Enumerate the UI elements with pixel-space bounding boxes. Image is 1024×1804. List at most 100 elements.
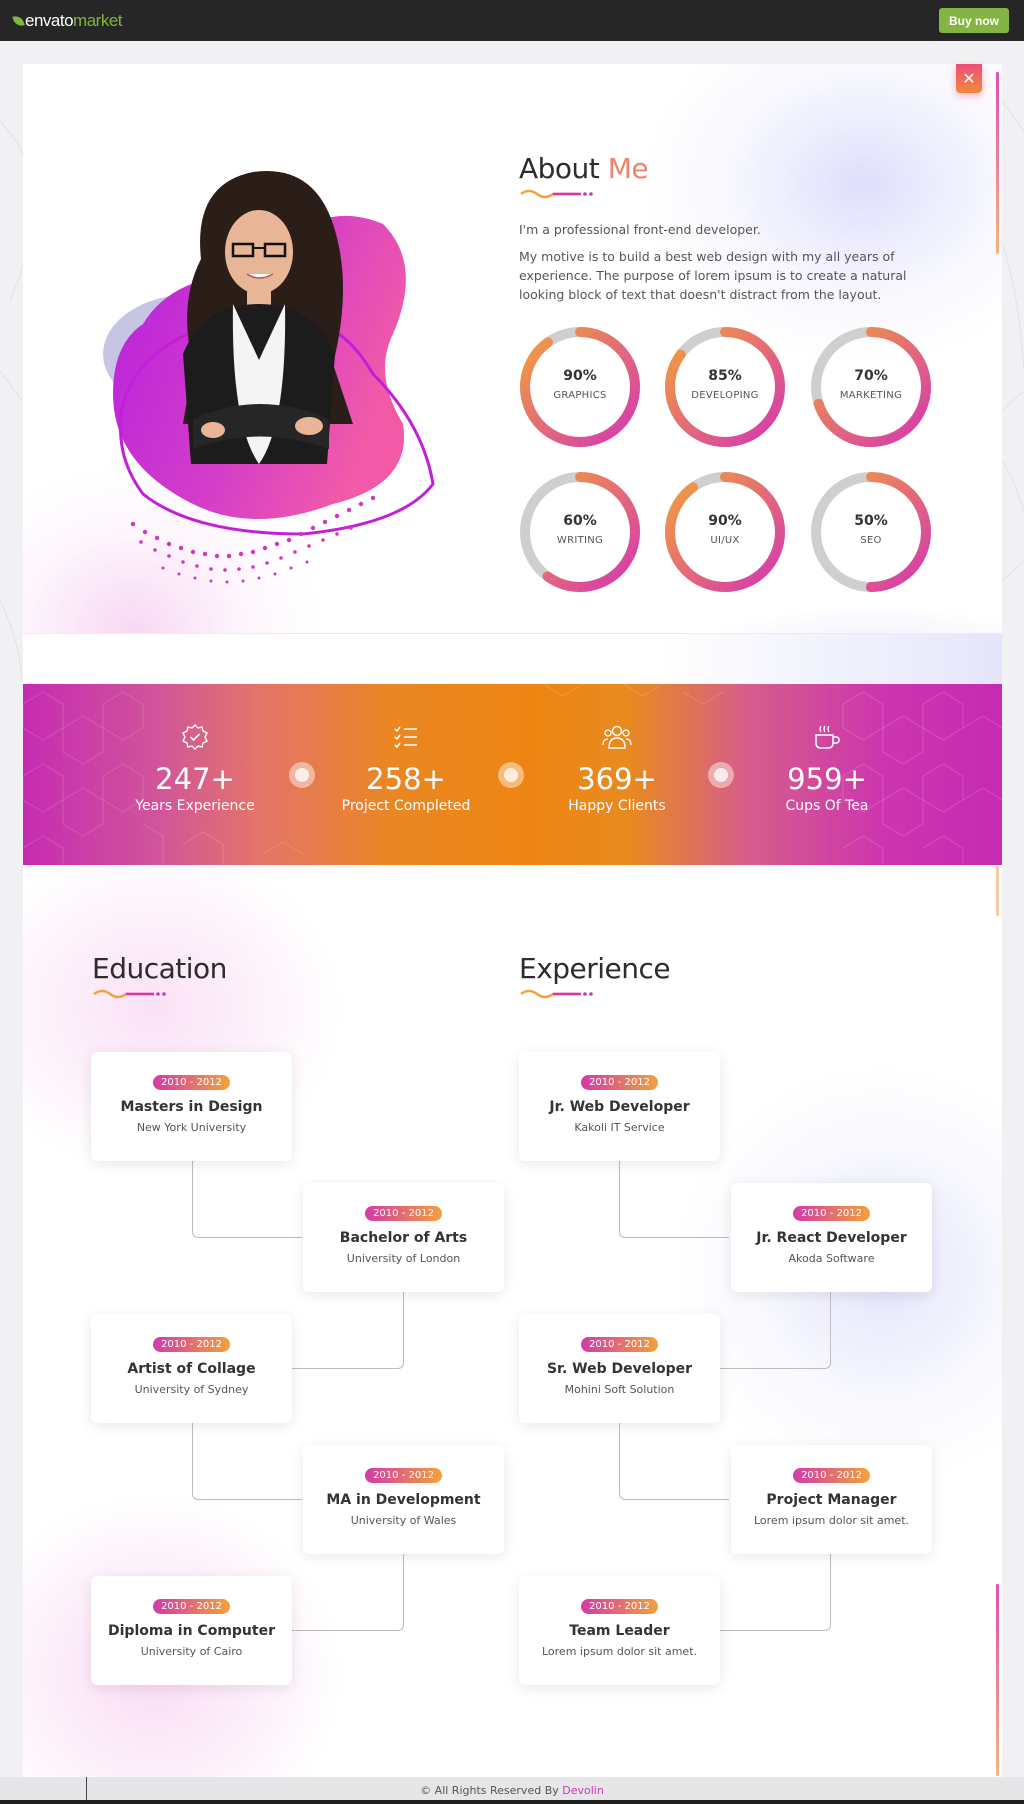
envato-logo[interactable]: envato market: [12, 10, 123, 32]
copyright-label: © All Rights Reserved By: [420, 1784, 559, 1797]
education-card[interactable]: 2010 - 2012 Masters in Design New York U…: [91, 1052, 292, 1161]
stat-item: 247+ Years Experience: [105, 724, 285, 814]
education-card[interactable]: 2010 - 2012 Artist of Collage University…: [91, 1314, 292, 1423]
timeline-connector: [619, 1161, 729, 1238]
year-badge: 2010 - 2012: [153, 1599, 230, 1614]
footer-bottom-bar: [0, 1800, 1024, 1804]
about-body: My motive is to build a best web design …: [519, 247, 939, 304]
close-button[interactable]: ✕: [956, 64, 982, 93]
card-title: Jr. Web Developer: [549, 1099, 690, 1115]
panel-divider: [23, 633, 1002, 634]
experience-card[interactable]: 2010 - 2012 Project Manager Lorem ipsum …: [731, 1445, 932, 1554]
card-subtitle: University of London: [346, 1252, 461, 1265]
heading-underline-icon: [520, 189, 593, 199]
scroll-indicator[interactable]: [996, 866, 999, 916]
about-heading-accent: Me: [607, 152, 649, 185]
experience-card[interactable]: 2010 - 2012 Team Leader Lorem ipsum dolo…: [519, 1576, 720, 1685]
lavender-glow: [643, 64, 1002, 364]
about-intro: I'm a professional front-end developer.: [519, 222, 761, 237]
scroll-indicator[interactable]: [996, 1584, 999, 1776]
checklist-icon: [316, 724, 496, 754]
card-subtitle: Kakoli IT Service: [574, 1121, 665, 1134]
buy-now-button[interactable]: Buy now: [939, 8, 1009, 33]
experience-card[interactable]: 2010 - 2012 Jr. Web Developer Kakoli IT …: [519, 1052, 720, 1161]
progress-ring: [811, 472, 931, 592]
year-badge: 2010 - 2012: [365, 1206, 442, 1221]
card-subtitle: Mohini Soft Solution: [564, 1383, 675, 1396]
year-badge: 2010 - 2012: [581, 1337, 658, 1352]
skill-label: MARKETING: [839, 390, 903, 401]
skill-ring: 90% UI/UX: [664, 471, 786, 593]
panel-gap-glow: [660, 634, 1002, 684]
year-badge: 2010 - 2012: [793, 1206, 870, 1221]
card-title: Team Leader: [569, 1623, 670, 1639]
education-card[interactable]: 2010 - 2012 MA in Development University…: [303, 1445, 504, 1554]
stat-item: 258+ Project Completed: [316, 724, 496, 814]
card-title: Bachelor of Arts: [339, 1230, 468, 1246]
close-icon: ✕: [962, 69, 976, 88]
logo-text-market: market: [73, 11, 123, 30]
card-title: Masters in Design: [120, 1099, 263, 1115]
stat-separator-dot: [289, 762, 315, 788]
card-title: Project Manager: [766, 1492, 897, 1508]
coffee-cup-icon: [737, 724, 917, 754]
ring-progress-arc: [520, 327, 640, 447]
ring-progress-arc: [665, 472, 785, 592]
stat-label: Years Experience: [135, 798, 255, 814]
card-subtitle: University of Cairo: [140, 1645, 243, 1658]
year-badge: 2010 - 2012: [153, 1075, 230, 1090]
progress-ring: [665, 327, 785, 447]
users-icon: [527, 724, 707, 754]
skill-percent: 70%: [854, 368, 888, 384]
card-title: Diploma in Computer: [108, 1623, 275, 1639]
skill-label: UI/UX: [710, 535, 740, 546]
skill-label: DEVELOPING: [691, 390, 759, 401]
card-title: Jr. React Developer: [756, 1230, 907, 1246]
stat-number: 369+: [577, 762, 657, 796]
about-body-line: My motive is to build a best web design …: [519, 249, 895, 264]
skill-ring: 60% WRITING: [519, 471, 641, 593]
about-heading: About Me: [519, 152, 649, 185]
stats-band: 247+ Years Experience 258+ Project Compl…: [23, 684, 1002, 865]
skill-ring: 85% DEVELOPING: [664, 326, 786, 448]
education-card[interactable]: 2010 - 2012 Diploma in Computer Universi…: [91, 1576, 292, 1685]
year-badge: 2010 - 2012: [581, 1075, 658, 1090]
skill-percent: 85%: [708, 368, 742, 384]
about-panel: About Me I'm a professional front-end de…: [23, 64, 1002, 1777]
education-card[interactable]: 2010 - 2012 Bachelor of Arts University …: [303, 1183, 504, 1292]
leaf-icon: [12, 13, 25, 29]
stat-item: 959+ Cups Of Tea: [737, 724, 917, 814]
footer: © All Rights Reserved By Devolin: [0, 1777, 1024, 1804]
stat-separator-dot: [498, 762, 524, 788]
progress-ring: [665, 472, 785, 592]
card-title: Artist of Collage: [127, 1361, 256, 1377]
person-figure: [183, 171, 353, 464]
year-badge: 2010 - 2012: [581, 1599, 658, 1614]
experience-card[interactable]: 2010 - 2012 Sr. Web Developer Mohini Sof…: [519, 1314, 720, 1423]
progress-ring: [520, 472, 640, 592]
stat-separator-dot: [708, 762, 734, 788]
envato-topbar: envato market Buy now: [0, 0, 1024, 41]
timeline-connector: [719, 1554, 831, 1631]
stat-label: Happy Clients: [568, 798, 666, 814]
copyright-text: © All Rights Reserved By Devolin: [0, 1784, 1024, 1797]
experience-card[interactable]: 2010 - 2012 Jr. React Developer Akoda So…: [731, 1183, 932, 1292]
skill-label: GRAPHICS: [553, 390, 607, 401]
stat-label: Cups Of Tea: [785, 798, 869, 814]
skill-percent: 90%: [563, 368, 597, 384]
skill-percent: 90%: [708, 513, 742, 529]
stat-number: 959+: [787, 762, 867, 796]
skill-label: WRITING: [556, 535, 604, 546]
scroll-indicator[interactable]: [996, 72, 999, 254]
skill-ring: 50% SEO: [810, 471, 932, 593]
badge-check-icon: [105, 724, 285, 754]
about-heading-word: About: [519, 152, 600, 185]
portrait-illustration: [103, 171, 435, 584]
card-subtitle: University of Wales: [350, 1514, 457, 1527]
card-subtitle: University of Sydney: [134, 1383, 249, 1396]
about-body-line: looking block of text that doesn't distr…: [519, 287, 882, 302]
year-badge: 2010 - 2012: [153, 1337, 230, 1352]
brand-link[interactable]: Devolin: [562, 1784, 604, 1797]
year-badge: 2010 - 2012: [793, 1468, 870, 1483]
skill-ring: 90% GRAPHICS: [519, 326, 641, 448]
